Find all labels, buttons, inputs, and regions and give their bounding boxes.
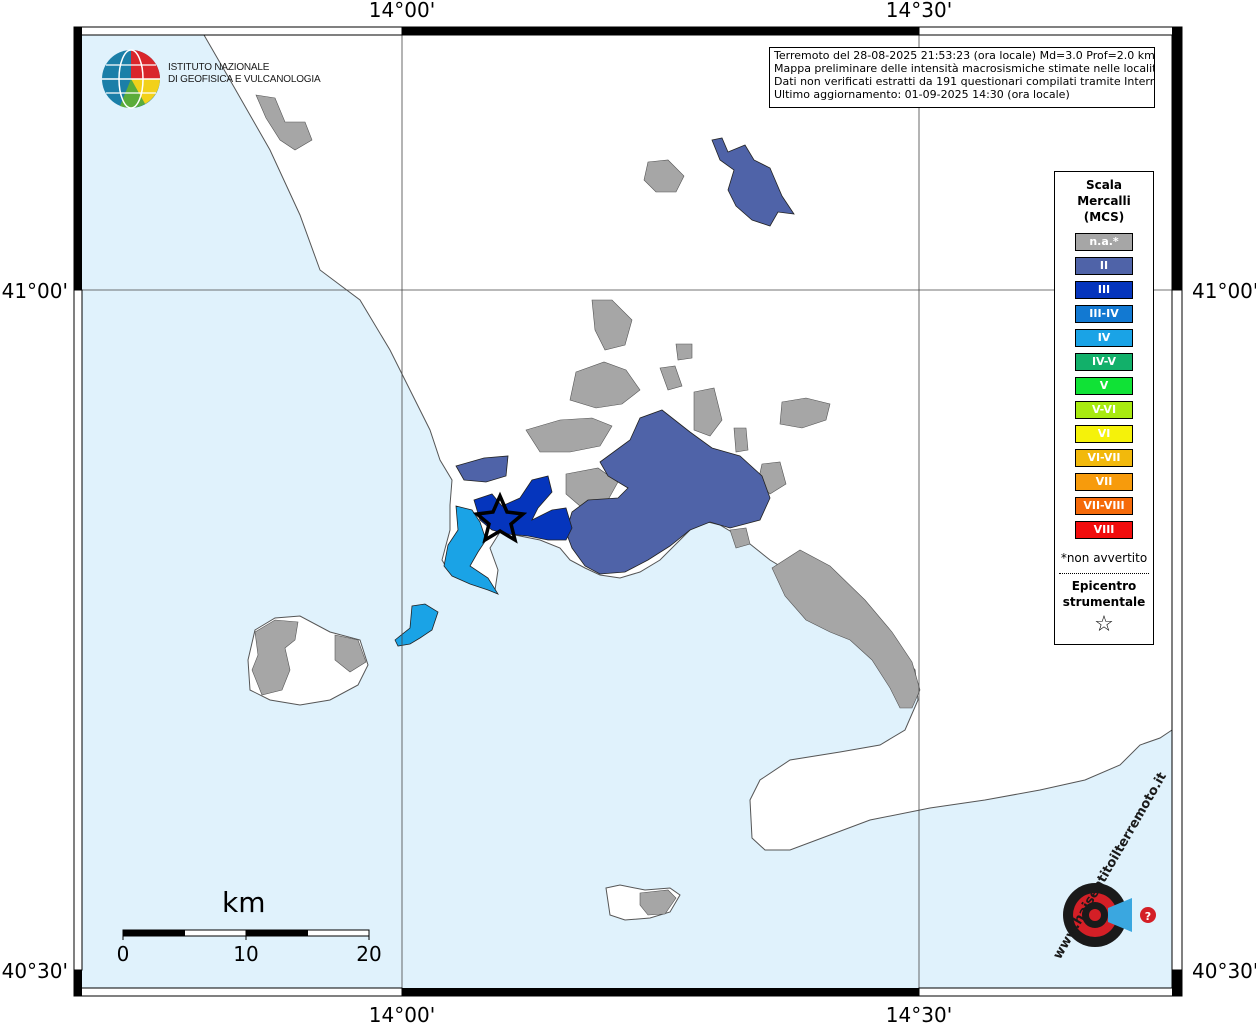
lon-label-top-14-30: 14°30'	[886, 0, 952, 22]
frame-left-black-2	[74, 970, 82, 996]
institute-name: ISTITUTO NAZIONALE DI GEOFISICA E VULCAN…	[168, 62, 321, 86]
info-line-3: Dati non verificati estratti da 191 ques…	[774, 75, 1155, 88]
legend-item: V-VI	[1075, 401, 1133, 419]
legend-item: II	[1075, 257, 1133, 275]
info-line-1: Terremoto del 28-08-2025 21:53:23 (ora l…	[774, 49, 1155, 62]
frame-bottom-white-2	[918, 987, 1183, 997]
legend-epicenter-label: Epicentro strumentale	[1055, 578, 1153, 610]
frame-top-white-2	[918, 26, 1183, 36]
frame-bottom-black	[402, 988, 919, 996]
legend-item: III	[1075, 281, 1133, 299]
info-line-4: Ultimo aggiornamento: 01-09-2025 14:30 (…	[774, 88, 1070, 101]
frame-top-white-1	[73, 26, 403, 36]
legend-item: VIII	[1075, 521, 1133, 539]
lat-label-right-41-00: 41°00'	[1192, 279, 1256, 303]
legend-item: VI-VII	[1075, 449, 1133, 467]
earthquake-info-box: Terremoto del 28-08-2025 21:53:23 (ora l…	[769, 47, 1155, 108]
legend-epi-line2: strumentale	[1062, 595, 1146, 609]
legend-separator	[1059, 573, 1149, 574]
scale-bar-tick-10: 10	[233, 942, 259, 966]
frame-left-white	[73, 289, 83, 971]
institute-line1: ISTITUTO NAZIONALE	[168, 62, 270, 73]
intensity-legend: Scala Mercalli (MCS) n.a.* II III III-IV IV I…	[1054, 171, 1154, 645]
na-area-inland-4	[675, 343, 693, 361]
lat-label-left-40-30: 40°30'	[2, 959, 68, 983]
legend-item: VII	[1075, 473, 1133, 491]
legend-note: *non avvertito	[1060, 551, 1148, 565]
lon-label-bottom-14-30: 14°30'	[886, 1003, 952, 1024]
legend-star-icon: ☆	[1094, 612, 1114, 637]
institute-line2: DI GEOFISICA E VULCANOLOGIA	[168, 74, 321, 85]
scale-bar-tick-20: 20	[356, 942, 382, 966]
legend-item: V	[1075, 377, 1133, 395]
scale-bar-unit: km	[222, 886, 266, 919]
lat-label-right-40-30: 40°30'	[1192, 959, 1256, 983]
legend-title-line1: Scala	[1085, 178, 1123, 192]
legend-title-line2: Mercalli	[1077, 194, 1131, 208]
legend-item: n.a.*	[1075, 233, 1133, 251]
scale-bar-tick-0: 0	[116, 942, 130, 966]
ingv-logo: ISTITUTO NAZIONALE DI GEOFISICA E VULCAN…	[100, 48, 330, 110]
legend-title: Scala Mercalli (MCS)	[1055, 177, 1153, 225]
frame-top-black	[402, 27, 919, 35]
legend-item: VI	[1075, 425, 1133, 443]
frame-right-black-1	[1172, 27, 1182, 290]
lon-label-bottom-14-00: 14°00'	[369, 1003, 435, 1024]
legend-item: III-IV	[1075, 305, 1133, 323]
legend-epi-line1: Epicentro	[1071, 579, 1137, 593]
frame-bottom-white-1	[73, 987, 403, 997]
frame-right-black-2	[1172, 970, 1182, 996]
svg-text:?: ?	[1145, 910, 1151, 923]
info-line-2: Mappa preliminare delle intensità macros…	[774, 62, 1155, 75]
na-area-inland-10	[733, 427, 749, 453]
legend-item: IV-V	[1075, 353, 1133, 371]
legend-items: n.a.* II III III-IV IV IV-V V V-VI VI VI-VII VII VI…	[1055, 233, 1153, 539]
legend-item: VII-VIII	[1075, 497, 1133, 515]
legend-title-line3: (MCS)	[1083, 210, 1125, 224]
globe-icon	[102, 49, 160, 109]
frame-right-white	[1171, 289, 1183, 971]
lon-label-top-14-00: 14°00'	[369, 0, 435, 22]
legend-item: IV	[1075, 329, 1133, 347]
frame-left-black-1	[74, 27, 82, 290]
lat-label-left-41-00: 41°00'	[2, 279, 68, 303]
